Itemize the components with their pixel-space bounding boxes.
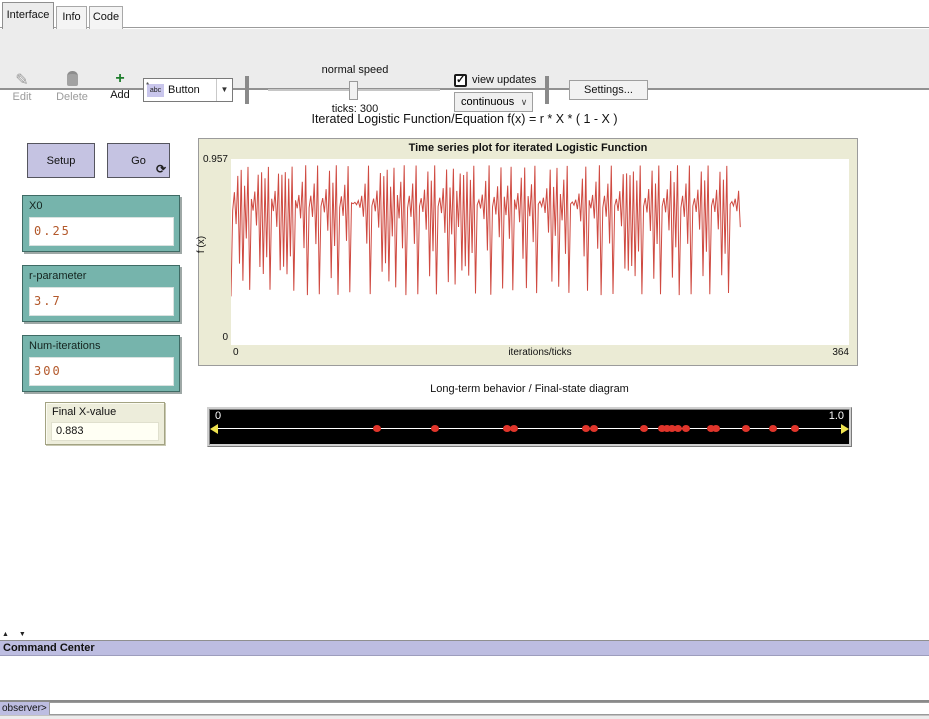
input-label: Num-iterations [29, 340, 101, 352]
delete-button[interactable]: Delete [53, 71, 91, 103]
final-state-diagram: 0 1.0 [207, 407, 852, 447]
time-series-plot: Time series plot for iterated Logistic F… [198, 138, 858, 366]
num-iterations-input-field[interactable]: 300 [29, 357, 174, 386]
tab-info[interactable]: Info [56, 6, 87, 29]
plus-icon: + [105, 69, 135, 89]
fs-min-label: 0 [215, 410, 221, 422]
delete-icon [53, 71, 91, 91]
final-state-point [590, 425, 598, 432]
toolbar-separator [545, 76, 549, 104]
add-button-label: Add [110, 89, 130, 101]
forever-icon: ⟳ [156, 162, 166, 176]
pencil-icon: ✎ [8, 71, 36, 91]
r-parameter-input-field[interactable]: 3.7 [29, 287, 174, 316]
final-state-point [674, 425, 682, 432]
final-state-point [640, 425, 648, 432]
delete-button-label: Delete [56, 91, 88, 103]
chevron-down-icon: ▼ [216, 79, 232, 101]
final-state-point [431, 425, 439, 432]
observer-prompt-label: observer> [0, 702, 49, 715]
x-axis-row: 0 iterations/ticks 364 [231, 347, 849, 363]
final-state-point [791, 425, 799, 432]
input-widget-x0: X0 0.25 [22, 195, 180, 252]
final-state-caption: Long-term behavior / Final-state diagram [207, 383, 852, 395]
x-axis-name: iterations/ticks [231, 347, 849, 358]
axis-line [212, 428, 847, 429]
fs-max-label: 1.0 [829, 410, 844, 422]
tab-code[interactable]: Code [89, 6, 123, 29]
go-button[interactable]: Go ⟳ [107, 143, 170, 178]
check-icon: ✓ [456, 74, 465, 86]
edit-button[interactable]: ✎ Edit [8, 71, 36, 103]
final-state-point [682, 425, 690, 432]
update-mode-dropdown[interactable]: continuous ∨ [454, 92, 533, 112]
setup-button-label: Setup [47, 155, 76, 167]
monitor-value: 0.883 [51, 422, 159, 441]
input-label: r-parameter [29, 270, 86, 282]
go-button-label: Go [131, 155, 146, 167]
view-updates-checkbox[interactable]: ✓ [454, 74, 467, 87]
widget-type-dropdown[interactable]: *abc Button ▼ [143, 78, 233, 102]
abc-icon: *abc [147, 84, 164, 97]
toolbar-separator [245, 76, 249, 104]
tab-interface[interactable]: Interface [2, 2, 54, 29]
add-button[interactable]: + Add [105, 69, 135, 101]
final-state-point [712, 425, 720, 432]
widget-type-value: Button [164, 84, 216, 96]
time-series-line [231, 159, 849, 345]
final-state-point [373, 425, 381, 432]
update-mode-value: continuous [455, 96, 516, 108]
plot-canvas [231, 159, 849, 345]
final-state-point [769, 425, 777, 432]
command-center-resize-handles[interactable]: ▲ ▼ [2, 631, 30, 638]
chevron-down-icon: ∨ [516, 97, 532, 108]
command-prompt-row: observer> [0, 702, 929, 715]
input-widget-num-iterations: Num-iterations 300 [22, 335, 180, 392]
right-arrow-icon [841, 424, 849, 434]
toolbar: ✎ Edit Delete + Add *abc Button ▼ normal… [0, 29, 929, 90]
command-input[interactable] [49, 702, 929, 715]
speed-slider-thumb[interactable] [349, 81, 358, 100]
x-axis-max-label: 364 [832, 347, 849, 358]
plot-title: Time series plot for iterated Logistic F… [199, 142, 857, 154]
left-arrow-icon [210, 424, 218, 434]
settings-button[interactable]: Settings... [569, 80, 648, 100]
final-state-canvas: 0 1.0 [210, 410, 849, 444]
netlogo-window: Interface Info Code ✎ Edit Delete + Add … [0, 0, 929, 719]
monitor-label: Final X-value [52, 406, 116, 418]
edit-button-label: Edit [13, 91, 32, 103]
final-x-monitor: Final X-value 0.883 [45, 402, 165, 445]
y-axis-max-label: 0.957 [199, 154, 228, 165]
setup-button[interactable]: Setup [27, 143, 95, 178]
final-state-point [510, 425, 518, 432]
x0-input-field[interactable]: 0.25 [29, 217, 174, 246]
view-updates-label: view updates [472, 74, 536, 86]
input-label: X0 [29, 200, 42, 212]
command-center-title: Command Center [3, 642, 95, 654]
command-center-output [0, 656, 929, 700]
speed-slider-label: normal speed [270, 64, 440, 76]
model-title: Iterated Logistic Function/Equation f(x)… [0, 112, 929, 126]
final-state-point [742, 425, 750, 432]
command-center-header: Command Center [0, 640, 929, 656]
y-axis-min-label: 0 [199, 332, 228, 343]
input-widget-r-parameter: r-parameter 3.7 [22, 265, 180, 322]
y-axis-name: f (x) [196, 236, 207, 253]
window-bottom-strip [0, 715, 929, 719]
tab-bar: Interface Info Code [0, 0, 929, 28]
